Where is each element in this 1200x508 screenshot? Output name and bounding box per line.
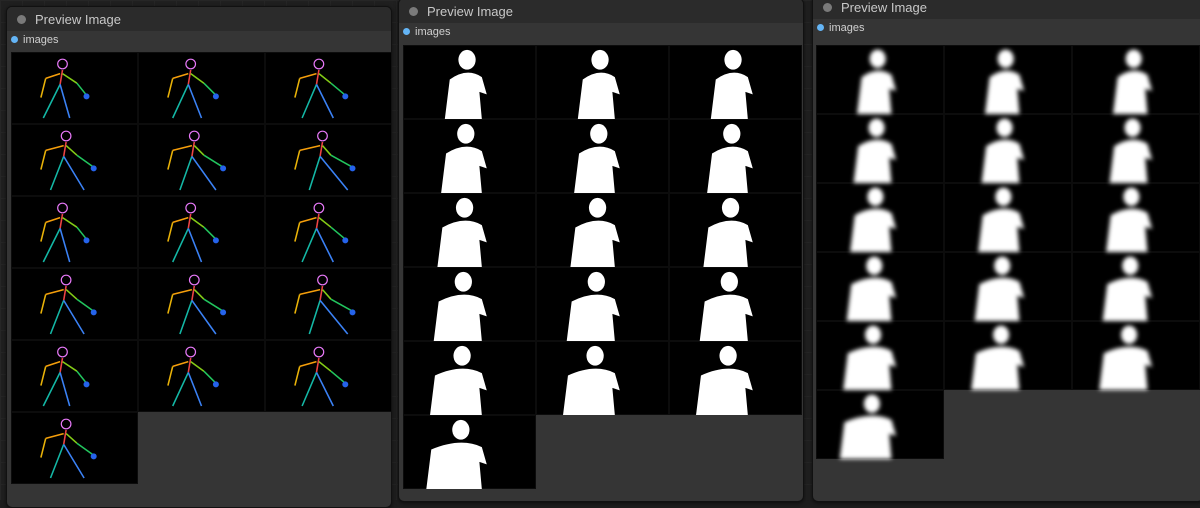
- preview-thumbnail[interactable]: [1072, 45, 1200, 114]
- preview-thumbnail[interactable]: [138, 268, 265, 340]
- preview-thumbnail[interactable]: [816, 390, 944, 459]
- node-title: Preview Image: [35, 11, 121, 27]
- node-header[interactable]: Preview Image: [7, 7, 391, 31]
- collapse-dot-icon[interactable]: [17, 14, 26, 24]
- preview-thumbnail[interactable]: [403, 119, 536, 193]
- preview-thumbnail[interactable]: [403, 415, 536, 489]
- preview-thumbnail[interactable]: [265, 340, 391, 412]
- preview-image-node-blur-mask[interactable]: Preview Image images: [812, 0, 1200, 502]
- preview-thumbnail[interactable]: [944, 183, 1072, 252]
- preview-thumbnail[interactable]: [11, 124, 138, 196]
- preview-thumbnail[interactable]: [816, 252, 944, 321]
- output-slot-dot-icon[interactable]: [817, 24, 824, 31]
- preview-thumbnail[interactable]: [403, 341, 536, 415]
- preview-thumbnail[interactable]: [403, 193, 536, 267]
- preview-thumbnail[interactable]: [944, 252, 1072, 321]
- preview-thumbnail[interactable]: [816, 183, 944, 252]
- preview-thumbnail[interactable]: [265, 196, 391, 268]
- output-slot-label: images: [415, 25, 451, 38]
- preview-thumbnail[interactable]: [11, 412, 138, 484]
- node-header[interactable]: Preview Image: [813, 0, 1200, 19]
- preview-thumbnail[interactable]: [1072, 321, 1200, 390]
- output-slot-label: images: [829, 21, 865, 34]
- preview-image-node-mask[interactable]: Preview Image images: [398, 0, 804, 502]
- preview-thumbnail[interactable]: [536, 193, 669, 267]
- preview-thumbnail[interactable]: [403, 45, 536, 119]
- preview-thumbnail[interactable]: [138, 196, 265, 268]
- preview-thumbnail[interactable]: [536, 45, 669, 119]
- preview-thumbnail[interactable]: [944, 45, 1072, 114]
- preview-thumbnail[interactable]: [11, 196, 138, 268]
- preview-thumbnail[interactable]: [403, 267, 536, 341]
- node-title: Preview Image: [841, 0, 927, 15]
- output-slot-images[interactable]: images: [7, 31, 391, 48]
- preview-thumbnail[interactable]: [536, 119, 669, 193]
- collapse-dot-icon[interactable]: [823, 2, 832, 12]
- output-slot-images[interactable]: images: [399, 23, 803, 40]
- preview-thumbnail[interactable]: [536, 267, 669, 341]
- node-title: Preview Image: [427, 3, 513, 19]
- preview-thumbnail[interactable]: [1072, 114, 1200, 183]
- preview-thumbnail[interactable]: [944, 114, 1072, 183]
- preview-thumbnail[interactable]: [1072, 252, 1200, 321]
- node-header[interactable]: Preview Image: [399, 0, 803, 23]
- preview-thumbnail[interactable]: [265, 52, 391, 124]
- collapse-dot-icon[interactable]: [409, 6, 418, 16]
- preview-thumbnail[interactable]: [944, 321, 1072, 390]
- preview-thumbnail[interactable]: [669, 45, 802, 119]
- preview-thumbnail[interactable]: [669, 267, 802, 341]
- preview-thumbnail[interactable]: [669, 341, 802, 415]
- preview-thumbnail[interactable]: [11, 52, 138, 124]
- preview-thumbnail[interactable]: [669, 193, 802, 267]
- preview-thumbnail[interactable]: [11, 268, 138, 340]
- preview-thumbnail[interactable]: [138, 124, 265, 196]
- preview-thumbnail[interactable]: [265, 268, 391, 340]
- preview-thumbnail[interactable]: [138, 52, 265, 124]
- output-slot-dot-icon[interactable]: [11, 36, 18, 43]
- preview-thumbnail[interactable]: [669, 119, 802, 193]
- output-slot-images[interactable]: images: [813, 19, 1200, 36]
- preview-thumbnail[interactable]: [138, 340, 265, 412]
- image-grid: [11, 52, 391, 484]
- preview-thumbnail[interactable]: [816, 321, 944, 390]
- preview-thumbnail[interactable]: [536, 341, 669, 415]
- preview-thumbnail[interactable]: [816, 114, 944, 183]
- output-slot-dot-icon[interactable]: [403, 28, 410, 35]
- preview-thumbnail[interactable]: [11, 340, 138, 412]
- image-grid: [403, 45, 802, 489]
- preview-thumbnail[interactable]: [816, 45, 944, 114]
- preview-thumbnail[interactable]: [265, 124, 391, 196]
- output-slot-label: images: [23, 33, 59, 46]
- preview-thumbnail[interactable]: [1072, 183, 1200, 252]
- image-grid: [816, 45, 1200, 459]
- preview-image-node-pose[interactable]: Preview Image images: [6, 6, 392, 508]
